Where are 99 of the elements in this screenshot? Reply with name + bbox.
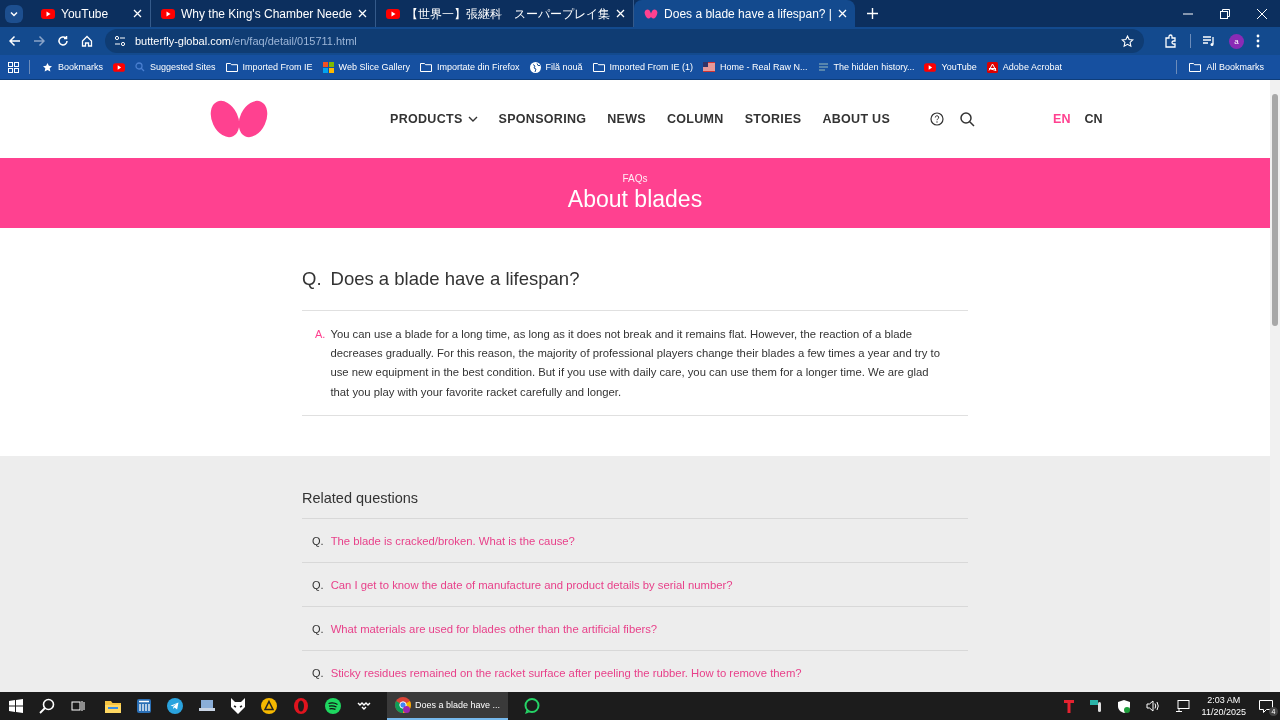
tab-search-button[interactable] [5, 4, 23, 23]
youtube-icon [161, 8, 175, 19]
site-settings-icon[interactable] [114, 35, 126, 48]
computer-icon[interactable] [199, 699, 215, 713]
nav-link[interactable]: ABOUT US [822, 112, 891, 126]
language-link[interactable]: CN [1084, 112, 1103, 126]
banner-eyebrow: FAQs [622, 173, 648, 184]
folder-icon [1189, 62, 1202, 73]
close-icon[interactable] [837, 9, 847, 18]
nav-link[interactable]: PRODUCTS [390, 112, 478, 126]
bookmark-item[interactable]: Bookmarks [42, 61, 103, 73]
bookmark-item[interactable]: Web Slice Gallery [322, 61, 410, 73]
bookmark-item[interactable]: Suggested Sites [135, 62, 216, 73]
nav-link[interactable]: STORIES [744, 112, 802, 126]
youtube-icon [113, 62, 125, 72]
search-icon[interactable] [39, 698, 55, 714]
address-bar[interactable]: butterfly-global.com/en/faq/detail/015711.html [105, 29, 1144, 54]
tidal-icon[interactable] [357, 701, 371, 711]
profile-avatar[interactable]: a [1229, 33, 1244, 49]
question-marker: Q. [312, 534, 324, 547]
apps-icon[interactable] [8, 61, 19, 73]
close-icon[interactable] [616, 9, 626, 18]
network-icon[interactable] [1175, 700, 1190, 712]
close-icon[interactable] [1257, 8, 1267, 19]
star-icon[interactable] [1121, 34, 1134, 48]
tab-title: 【世界一】張継科 スーパープレイ集 [406, 6, 611, 21]
new-tab-icon[interactable] [866, 8, 878, 19]
question-marker: Q. [302, 268, 322, 290]
bookmark-item[interactable]: Filă nouă [529, 61, 583, 73]
windows-icon [322, 61, 334, 73]
chevron-down-icon [467, 116, 478, 122]
nav-link[interactable]: COLUMN [667, 112, 724, 126]
bookmark-item[interactable] [113, 62, 125, 72]
volume-icon[interactable] [1145, 700, 1160, 712]
spotify-icon[interactable] [325, 698, 341, 714]
taskbar-clock[interactable]: 2:03 AM 11/20/2025 [1201, 694, 1246, 718]
nav-link[interactable]: SPONSORING [498, 112, 587, 126]
fox-icon[interactable] [231, 698, 245, 714]
opera-icon[interactable] [293, 698, 309, 714]
close-icon[interactable] [133, 9, 142, 18]
acrobat-icon [986, 61, 998, 73]
browser-tab[interactable]: Does a blade have a lifespan? | [634, 0, 855, 27]
help-icon[interactable] [930, 112, 945, 126]
tray-device-icon[interactable] [1089, 700, 1102, 712]
youtube-icon [41, 8, 55, 19]
globe-icon [529, 61, 541, 73]
answer-marker: A. [315, 327, 326, 342]
page-title: About blades [567, 186, 703, 213]
telegram-icon[interactable] [167, 698, 183, 714]
scrollbar[interactable] [1270, 80, 1280, 692]
back-icon[interactable] [9, 35, 21, 48]
folder-icon [592, 62, 605, 73]
related-heading: Related questions [302, 490, 420, 506]
tray-app-icon[interactable] [1063, 699, 1074, 713]
start-icon[interactable] [9, 699, 23, 713]
butterfly-icon [644, 8, 659, 19]
question-title: Does a blade have a lifespan? [330, 268, 580, 290]
bookmark-item[interactable]: The hidden history... [817, 61, 915, 73]
forward-icon[interactable] [33, 35, 45, 48]
search-icon [135, 62, 145, 73]
question-marker: Q. [312, 666, 324, 679]
bookmark-item[interactable]: Home - Real Raw N... [703, 62, 808, 73]
search-icon[interactable] [960, 111, 976, 127]
close-icon[interactable] [358, 9, 368, 18]
folder-icon [419, 62, 432, 73]
tab-title: YouTube [61, 6, 110, 21]
all-bookmarks-button[interactable]: All Bookmarks [1189, 62, 1264, 73]
youtube-icon [386, 8, 401, 19]
reload-icon[interactable] [57, 35, 69, 48]
media-icon[interactable] [1203, 35, 1217, 48]
answer-text: You can use a blade for a long time, as long as it does not break and it remains flat. However, the reaction of a blade decreases gradually. For this reason, the majority of professional players change their blades a few times a year and try to use new equipment in the best condition. But if you use with daily care, you can use them for a longer time. We are glad that you play with your favorite racket carefully and longer. [330, 327, 941, 400]
flag-icon [703, 62, 716, 73]
butterfly-logo[interactable] [210, 99, 268, 139]
folder-icon[interactable] [105, 699, 121, 713]
chrome-icon [395, 697, 411, 713]
bookmark-item[interactable]: YouTube [924, 62, 977, 73]
triangle-app-icon[interactable] [261, 698, 277, 714]
tab-title: Why the King's Chamber Neede [181, 6, 353, 21]
bookmark-item[interactable]: Imported From IE (1) [592, 62, 694, 73]
youtube-icon [924, 62, 937, 72]
bookmark-item[interactable]: Imported From IE [225, 62, 313, 73]
folder-icon [225, 62, 238, 73]
page-icon [817, 61, 829, 73]
extensions-icon[interactable] [1164, 34, 1178, 49]
home-icon[interactable] [81, 35, 93, 48]
taskbar-window-button[interactable]: Does a blade have ... [387, 692, 509, 720]
menu-icon[interactable] [1256, 34, 1260, 49]
bookmark-item[interactable]: Adobe Acrobat [986, 61, 1062, 73]
bookmark-item[interactable]: Importate din Firefox [419, 62, 520, 73]
task-view-icon[interactable] [71, 700, 85, 712]
restore-icon[interactable] [1220, 8, 1230, 19]
calculator-icon[interactable] [137, 699, 151, 713]
nav-link[interactable]: NEWS [607, 112, 646, 126]
tab-title: Does a blade have a lifespan? | [664, 6, 832, 21]
security-shield-icon[interactable] [1117, 699, 1130, 713]
question-marker: Q. [312, 622, 324, 635]
star-icon [42, 61, 53, 73]
question-marker: Q. [312, 578, 324, 591]
whatsapp-icon[interactable] [524, 698, 541, 714]
